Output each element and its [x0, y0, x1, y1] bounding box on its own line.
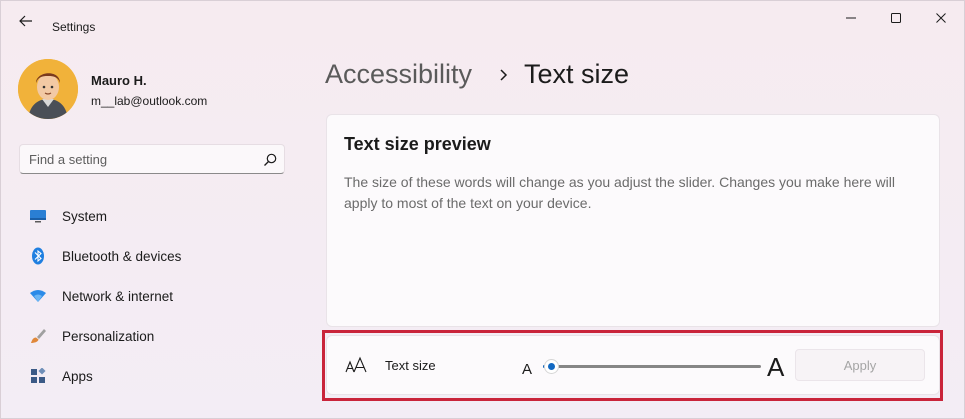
sidebar-item-label: System: [62, 208, 108, 224]
slider-track: [543, 365, 761, 368]
sidebar-item-label: Network & internet: [62, 288, 174, 304]
search-input[interactable]: [29, 152, 249, 167]
page-title: Text size: [524, 59, 630, 89]
chevron-right-icon: [500, 69, 508, 81]
text-size-label: Text size: [385, 358, 436, 373]
sidebar-item-label: Apps: [62, 368, 93, 384]
user-avatar-icon: [18, 59, 78, 119]
settings-window: Settings Mauro H. m__lab@outlook.com Fin…: [0, 0, 965, 419]
preview-text: The size of these words will change as y…: [344, 174, 895, 211]
title-bar: Settings: [1, 1, 964, 35]
sidebar-item-system[interactable]: System: [19, 198, 285, 234]
monitor-icon: [29, 207, 47, 225]
app-title: Settings: [52, 20, 96, 34]
back-arrow-icon: [19, 15, 32, 27]
avatar[interactable]: [18, 59, 78, 119]
bluetooth-icon: [29, 247, 47, 265]
close-button[interactable]: [919, 7, 963, 29]
user-name: Mauro H.: [91, 73, 147, 88]
breadcrumb-parent[interactable]: Accessibility: [325, 59, 472, 90]
brush-icon: [29, 327, 47, 345]
apply-button[interactable]: Apply: [795, 349, 925, 381]
large-text-glyph: A: [767, 352, 785, 382]
preview-title: Text size preview: [344, 134, 491, 154]
small-text-glyph: A: [522, 361, 533, 378]
slider-thumb[interactable]: [544, 359, 559, 374]
sidebar-item-label: Bluetooth & devices: [62, 248, 182, 264]
back-button[interactable]: [15, 13, 37, 29]
text-size-icon: [345, 356, 367, 373]
text-size-setting-row: Text size A A Apply: [326, 335, 940, 395]
sidebar-item-label: Personalization: [62, 328, 155, 344]
maximize-icon: [891, 13, 901, 23]
sidebar-item-bluetooth[interactable]: Bluetooth & devices: [19, 238, 285, 274]
wifi-icon: [29, 287, 47, 305]
text-size-preview-card: Text size preview The size of these word…: [326, 114, 940, 327]
text-size-slider[interactable]: [543, 357, 763, 375]
search-icon[interactable]: [262, 152, 278, 168]
minimize-icon: [846, 17, 856, 19]
user-email: m__lab@outlook.com: [91, 94, 208, 108]
search-box[interactable]: [19, 144, 285, 174]
minimize-button[interactable]: [829, 7, 873, 29]
close-icon: [936, 13, 946, 23]
sidebar-item-personalization[interactable]: Personalization: [19, 318, 285, 354]
apps-icon: [29, 367, 47, 385]
sidebar-item-apps[interactable]: Apps: [19, 358, 285, 394]
maximize-button[interactable]: [874, 7, 918, 29]
sidebar-item-network[interactable]: Network & internet: [19, 278, 285, 314]
